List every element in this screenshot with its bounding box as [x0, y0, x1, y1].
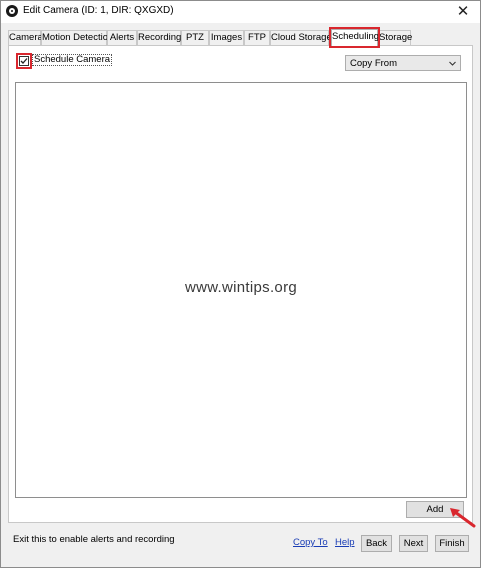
finish-button[interactable]: Finish — [435, 535, 469, 552]
tab-recording[interactable]: Recording — [137, 30, 181, 45]
copy-from-value: Copy From — [350, 58, 397, 69]
camera-app-icon — [6, 5, 18, 17]
chevron-down-icon — [449, 61, 456, 66]
scheduling-panel: Schedule Camera Copy From www.wintips.or… — [8, 45, 473, 523]
schedule-camera-label[interactable]: Schedule Camera — [32, 54, 113, 66]
schedule-camera-checkbox[interactable] — [19, 56, 29, 66]
edit-camera-window: Edit Camera (ID: 1, DIR: QXGXD) ✕ Camera… — [0, 0, 481, 568]
watermark-text: www.wintips.org — [184, 279, 298, 296]
tab-ptz[interactable]: PTZ — [181, 30, 209, 45]
tab-camera[interactable]: Camera — [8, 30, 43, 45]
tab-motion-detection[interactable]: Motion Detection — [41, 30, 113, 45]
red-arrow-icon — [450, 508, 476, 528]
copy-to-link[interactable]: Copy To — [293, 537, 328, 548]
schedule-list[interactable]: www.wintips.org — [15, 82, 467, 498]
tab-cloud-storage[interactable]: Cloud Storage — [270, 30, 332, 45]
back-button[interactable]: Back — [361, 535, 392, 552]
next-button[interactable]: Next — [399, 535, 428, 552]
checkmark-icon — [20, 58, 28, 64]
status-text: Exit this to enable alerts and recording — [13, 534, 175, 545]
tab-scheduling[interactable]: Scheduling — [329, 27, 380, 48]
close-icon[interactable]: ✕ — [446, 1, 480, 23]
tab-images[interactable]: Images — [209, 30, 244, 45]
schedule-camera-highlight — [16, 53, 32, 69]
tab-storage[interactable]: Storage — [378, 30, 412, 45]
tab-ftp[interactable]: FTP — [244, 30, 270, 45]
window-title: Edit Camera (ID: 1, DIR: QXGXD) — [23, 5, 174, 16]
help-link[interactable]: Help — [335, 537, 355, 548]
copy-from-dropdown[interactable]: Copy From — [345, 55, 461, 71]
title-bar: Edit Camera (ID: 1, DIR: QXGXD) ✕ — [1, 1, 480, 23]
tab-alerts[interactable]: Alerts — [107, 30, 137, 45]
